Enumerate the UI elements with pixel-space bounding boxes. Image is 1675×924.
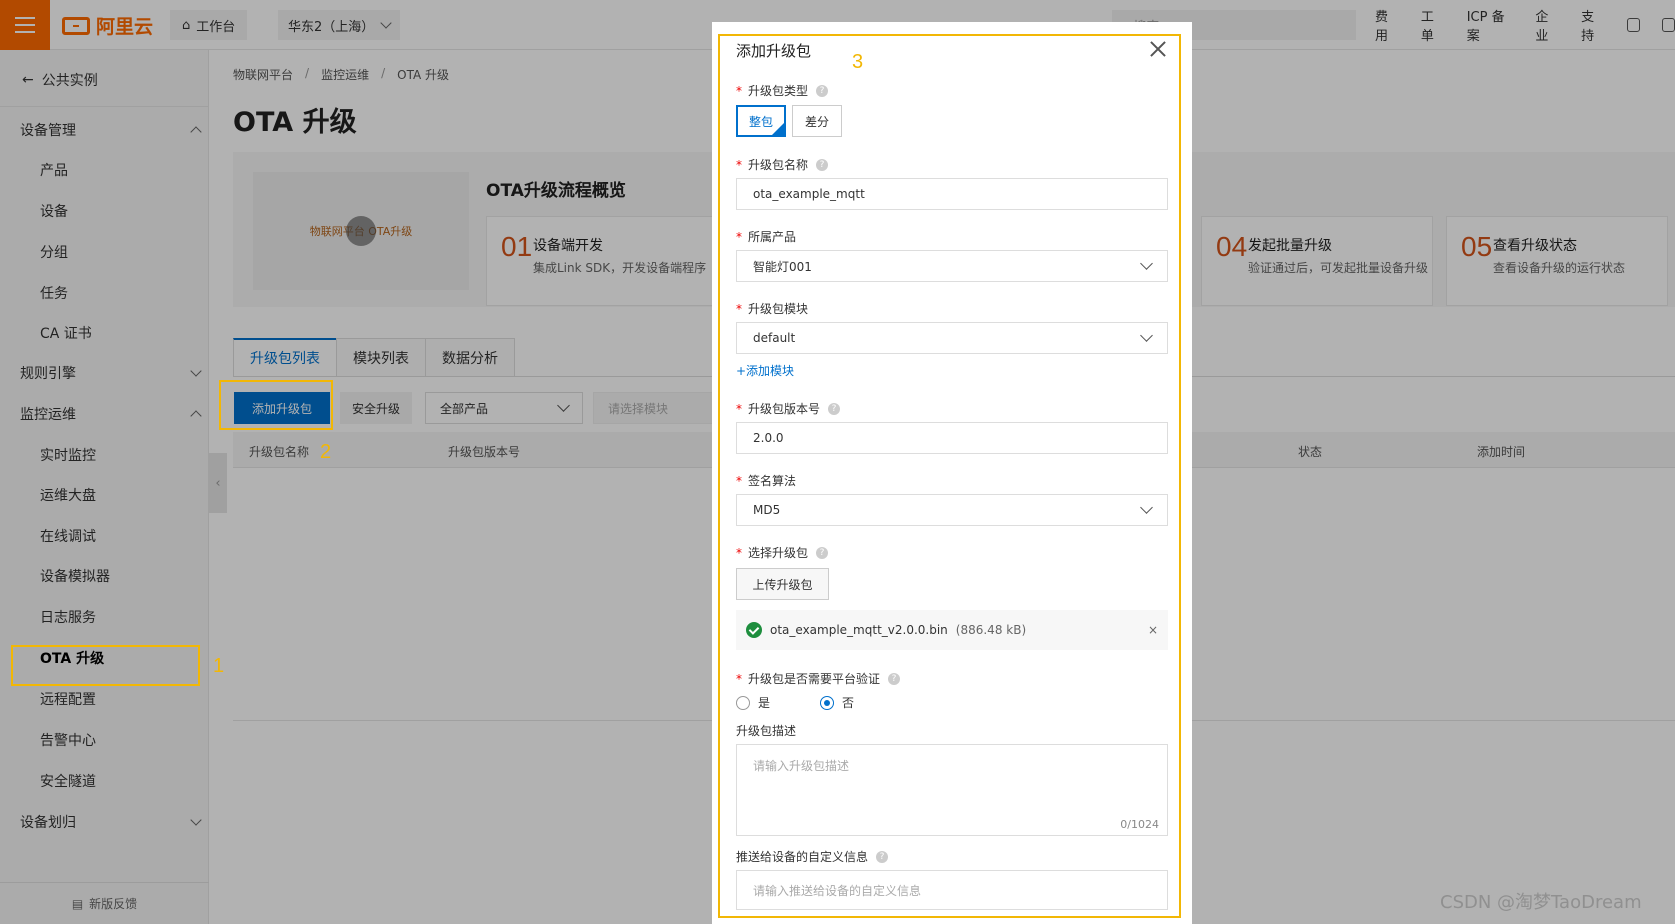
annotation-number: 2 — [320, 441, 332, 463]
annotation-number: 1 — [213, 655, 225, 677]
watermark: CSDN @淘梦TaoDream — [1440, 892, 1642, 913]
annotation-number: 3 — [852, 51, 864, 73]
highlight-box-ota — [11, 645, 200, 686]
highlight-box-dialog — [718, 34, 1181, 918]
highlight-box-add-button — [219, 380, 333, 430]
